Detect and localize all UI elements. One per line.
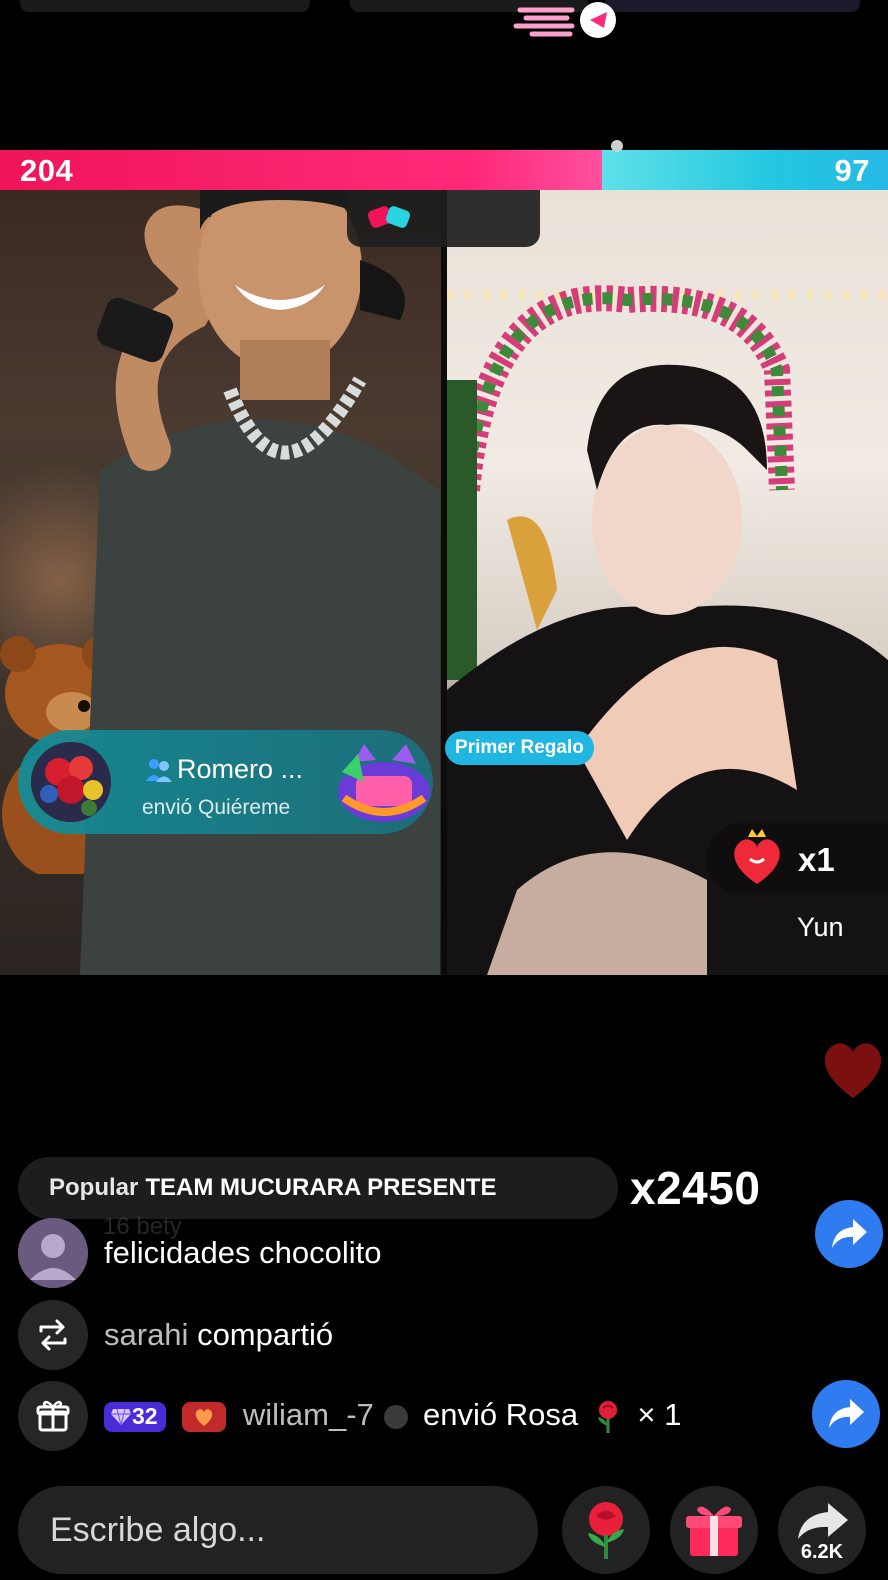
share-count: 6.2K — [800, 1541, 844, 1563]
streamer-left-figure — [80, 190, 440, 975]
chat-message: 32 wiliam_-7 envió Rosa × 1 — [18, 1381, 681, 1451]
top-edge-stubs — [0, 0, 888, 14]
gift-notification[interactable]: Romero ... envió Quiéreme — [18, 730, 433, 834]
chat-message: sarahi compartió — [18, 1300, 333, 1370]
share-event-avatar — [18, 1300, 88, 1370]
rose-icon — [588, 1502, 624, 1559]
popular-banner[interactable]: Popular TEAM MUCURARA PRESENTE — [18, 1157, 618, 1219]
rose-gift-button[interactable] — [562, 1486, 650, 1574]
gift-box-icon — [36, 1400, 70, 1432]
battle-vs-tab[interactable] — [347, 190, 540, 247]
share-button[interactable] — [812, 1380, 880, 1448]
chat-action: envió Rosa — [423, 1397, 579, 1433]
popular-label: Popular — [49, 1174, 139, 1201]
user-photo-icon — [18, 1218, 88, 1288]
chat-action: compartió — [197, 1317, 334, 1352]
stub — [20, 0, 310, 12]
gift-quantity: × 1 — [637, 1397, 682, 1433]
club-heart-icon — [195, 1409, 213, 1426]
progress-flash-icon — [513, 2, 616, 38]
score-right-segment: 97 — [602, 150, 888, 190]
comment-input[interactable]: Escribe algo... — [18, 1486, 538, 1574]
diamond-icon — [111, 1408, 131, 1426]
battle-score-bar: 204 97 — [0, 150, 888, 190]
rose-icon — [597, 1400, 617, 1433]
combo-recipient: Yun — [797, 912, 844, 942]
repost-icon — [39, 1319, 67, 1351]
friends-icon — [146, 758, 172, 782]
status-dot — [384, 1404, 409, 1429]
multiplier: x2450 — [630, 1162, 761, 1214]
gift-combo: x1 — [706, 823, 888, 895]
left-video-panel[interactable] — [0, 190, 441, 975]
gift-icon — [686, 1506, 742, 1556]
share-button[interactable] — [815, 1200, 883, 1268]
avatar[interactable] — [31, 742, 111, 822]
level-number: 32 — [132, 1403, 158, 1430]
share-arrow-icon — [829, 1399, 864, 1428]
chat-text: sarahi compartió — [104, 1317, 333, 1353]
fan-club-badge — [182, 1401, 227, 1432]
heart-me-gift-icon — [734, 829, 780, 884]
chat-username[interactable]: sarahi — [104, 1317, 188, 1352]
gift-sender[interactable]: Romero ... — [145, 754, 303, 785]
score-left-segment: 204 — [0, 150, 602, 190]
chat-text: felicidades chocolito — [104, 1235, 382, 1270]
gift-sender-name: Romero ... — [177, 754, 304, 784]
stub — [605, 0, 860, 12]
gift-event-avatar — [18, 1381, 88, 1451]
avatar[interactable] — [18, 1218, 88, 1288]
share-arrow-icon — [798, 1503, 848, 1539]
first-gift-tag: Primer Regalo — [445, 731, 594, 765]
team-name: TEAM MUCURARA PRESENTE — [145, 1174, 497, 1201]
score-marker — [611, 140, 623, 152]
gift-button[interactable] — [670, 1486, 758, 1574]
like-heart-icon[interactable] — [820, 1038, 886, 1100]
level-badge: 32 — [104, 1401, 166, 1432]
left-score: 204 — [20, 153, 74, 188]
boxing-gloves-icon — [367, 206, 411, 228]
flowers-avatar-icon — [31, 742, 111, 822]
chat-message: felicidades chocolito — [18, 1218, 381, 1288]
share-arrow-icon — [832, 1219, 867, 1248]
gift-action: envió Quiéreme — [142, 796, 291, 819]
share-count-button[interactable]: 6.2K — [778, 1486, 866, 1574]
quiereme-gift-icon — [338, 744, 430, 822]
combo-count: x1 — [798, 841, 835, 878]
chat-text: 32 wiliam_-7 envió Rosa × 1 — [104, 1397, 681, 1435]
right-score: 97 — [834, 153, 870, 188]
chat-username[interactable]: wiliam_-7 — [243, 1397, 374, 1432]
